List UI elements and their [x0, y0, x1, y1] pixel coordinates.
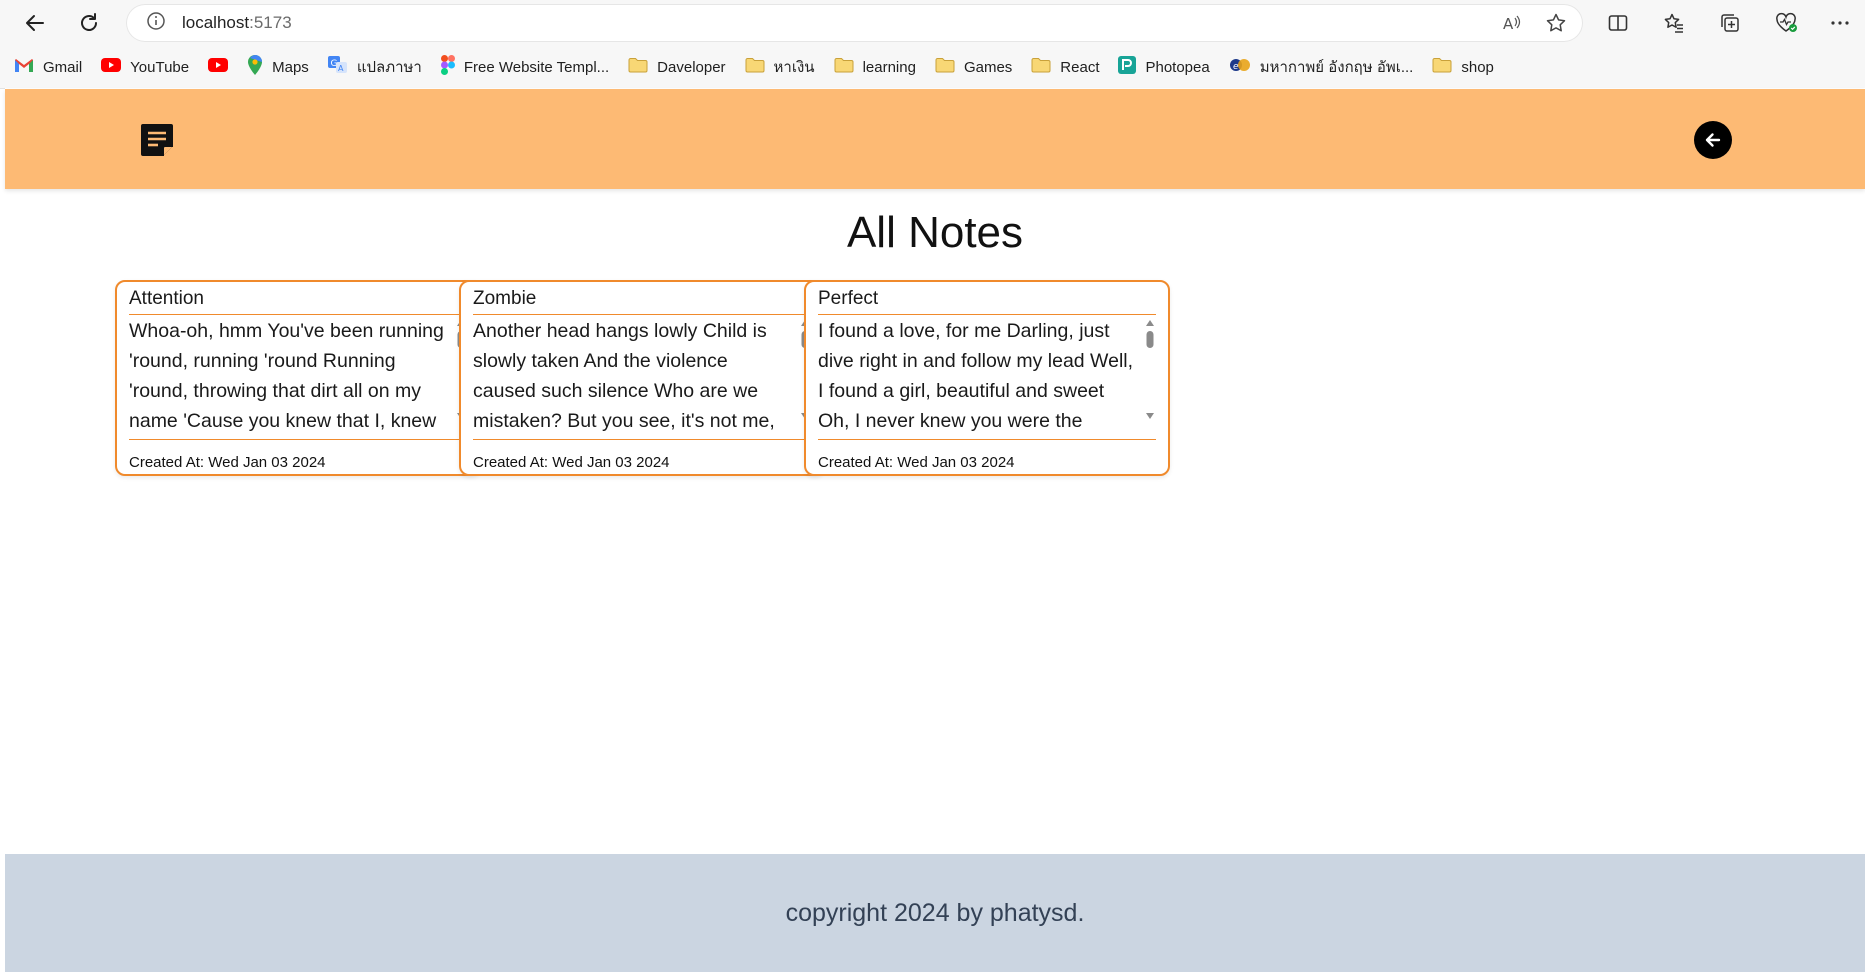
bookmark-item[interactable]: YouTube	[101, 58, 189, 76]
svg-text:A: A	[1503, 15, 1514, 33]
note-card[interactable]: Perfect I found a love, for me Darling, j…	[804, 280, 1170, 476]
note-card[interactable]: Zombie Another head hangs lowly Child is …	[459, 280, 825, 476]
reload-icon[interactable]	[72, 6, 106, 40]
page-viewport: All Notes Attention Whoa-oh, hmm You've b…	[5, 88, 1865, 972]
svg-text:A: A	[338, 64, 344, 73]
url-port: :5173	[249, 13, 292, 32]
note-card[interactable]: Attention Whoa-oh, hmm You've been runnin…	[115, 280, 481, 476]
copyright-text: copyright 2024 by phatysd.	[785, 898, 1085, 927]
bookmark-label: Games	[963, 58, 1013, 76]
maps-icon	[247, 55, 263, 79]
site-icon: e	[1229, 57, 1251, 77]
gmail-icon	[14, 58, 34, 77]
more-options-icon[interactable]	[1823, 6, 1857, 40]
bookmark-label: Free Website Templ...	[463, 58, 610, 76]
photopea-icon	[1118, 56, 1137, 78]
bookmark-item[interactable]: G A แปลภาษา	[327, 55, 422, 79]
bookmark-item[interactable]: หาเงิน	[745, 55, 815, 79]
bookmark-item[interactable]: Gmail	[14, 58, 82, 77]
bookmark-item[interactable]: Free Website Templ...	[440, 55, 610, 79]
url-text: localhost:5173	[182, 13, 292, 33]
note-body: I found a love, for me Darling, just div…	[818, 320, 1134, 432]
bookmark-item[interactable]: Photopea	[1118, 56, 1210, 78]
favorites-icon[interactable]	[1657, 6, 1691, 40]
site-info-icon[interactable]	[146, 11, 166, 36]
svg-text:e: e	[1233, 62, 1239, 72]
bookmark-item[interactable]	[208, 58, 229, 76]
note-title: Attention	[129, 288, 467, 315]
bookmark-label: Daveloper	[657, 58, 726, 76]
bookmark-item[interactable]: shop	[1432, 57, 1494, 77]
arrow-left-icon	[1705, 133, 1721, 147]
bookmark-label: Photopea	[1145, 58, 1210, 76]
youtube-icon	[101, 58, 122, 76]
bookmarks-bar: Gmail YouTube Maps G A แปลภาษา Free Website Te…	[14, 55, 1494, 79]
bookmark-label: มหากาพย์ อังกฤษ อัพเ...	[1259, 59, 1414, 76]
app-header	[5, 89, 1865, 189]
bookmark-label: learning	[862, 58, 916, 76]
folder-icon	[935, 57, 955, 77]
note-divider	[129, 439, 467, 440]
bookmark-item[interactable]: learning	[834, 57, 916, 77]
folder-icon	[834, 57, 854, 77]
url-host: localhost	[182, 13, 250, 32]
bookmark-label: Gmail	[43, 58, 83, 76]
bookmark-item[interactable]: React	[1031, 57, 1099, 77]
bookmark-label: React	[1060, 58, 1100, 76]
note-scrollbar[interactable]	[1144, 318, 1156, 436]
page-title: All Notes	[846, 208, 1024, 257]
note-title: Zombie	[473, 288, 811, 315]
note-created-at: Created At: Wed Jan 03 2024	[818, 454, 1015, 471]
note-divider	[473, 439, 811, 440]
notes-logo-icon[interactable]	[139, 122, 175, 158]
bookmark-label: หาเงิน	[773, 59, 815, 76]
youtube-icon	[208, 58, 229, 76]
figma-icon	[440, 55, 455, 79]
folder-icon	[1031, 57, 1051, 77]
back-button[interactable]	[1694, 121, 1732, 159]
browser-toolbar: localhost:5173 A Gmail YouTube Maps G A แปลภา…	[0, 0, 1865, 89]
back-arrow-icon[interactable]	[18, 6, 52, 40]
footer: copyright 2024 by phatysd.	[5, 854, 1865, 972]
bookmark-item[interactable]: e มหากาพย์ อังกฤษ อัพเ...	[1229, 55, 1414, 79]
favorite-star-icon[interactable]	[1545, 12, 1567, 39]
translate-icon: GA	[327, 56, 348, 78]
read-aloud-icon[interactable]: A	[1501, 12, 1523, 39]
bookmark-label: YouTube	[130, 58, 190, 76]
folder-icon	[628, 57, 648, 77]
note-created-at: Created At: Wed Jan 03 2024	[129, 454, 326, 471]
bookmark-item[interactable]: Daveloper	[628, 57, 726, 77]
note-title: Perfect	[818, 288, 1156, 315]
note-divider	[818, 439, 1156, 440]
folder-icon	[1432, 57, 1452, 77]
note-body: Another head hangs lowly Child is slowly…	[473, 320, 775, 432]
browser-essentials-icon[interactable]	[1769, 6, 1803, 40]
bookmark-label: shop	[1461, 58, 1494, 76]
bookmark-item[interactable]: Games	[935, 57, 1012, 77]
address-bar[interactable]: localhost:5173 A	[126, 4, 1583, 42]
note-created-at: Created At: Wed Jan 03 2024	[473, 454, 670, 471]
folder-icon	[745, 57, 765, 77]
split-screen-icon[interactable]	[1601, 6, 1635, 40]
collections-icon[interactable]	[1713, 6, 1747, 40]
bookmark-label: Maps	[272, 58, 309, 76]
bookmark-label: แปลภาษา	[356, 59, 422, 76]
bookmark-item[interactable]: Maps	[247, 55, 309, 79]
note-body: Whoa-oh, hmm You've been running 'round,…	[129, 320, 444, 432]
